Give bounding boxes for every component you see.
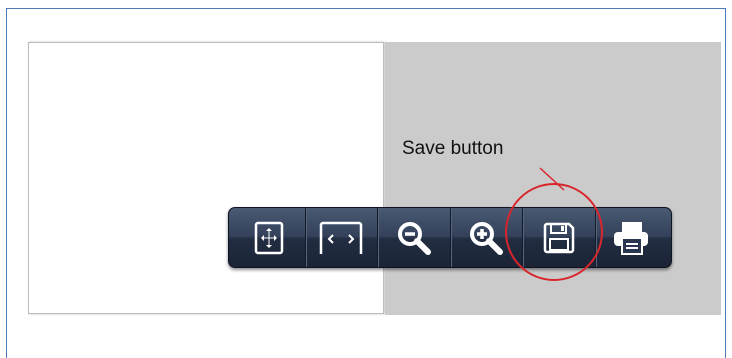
print-icon	[614, 221, 649, 255]
zoom-out-button[interactable]	[378, 208, 451, 267]
annotation-label: Save button	[402, 138, 504, 159]
fit-width-button[interactable]	[306, 208, 378, 267]
fit-page-icon	[254, 221, 283, 254]
print-button[interactable]	[596, 208, 668, 267]
save-icon	[543, 222, 574, 253]
zoom-out-icon	[397, 221, 431, 255]
viewer-toolbar	[228, 207, 672, 268]
fit-width-icon	[320, 221, 363, 254]
document-page	[28, 42, 384, 314]
save-button[interactable]	[523, 208, 596, 267]
viewer-background	[385, 42, 721, 315]
zoom-in-icon	[470, 221, 504, 255]
fit-page-button[interactable]	[233, 208, 306, 267]
zoom-in-button[interactable]	[451, 208, 523, 267]
